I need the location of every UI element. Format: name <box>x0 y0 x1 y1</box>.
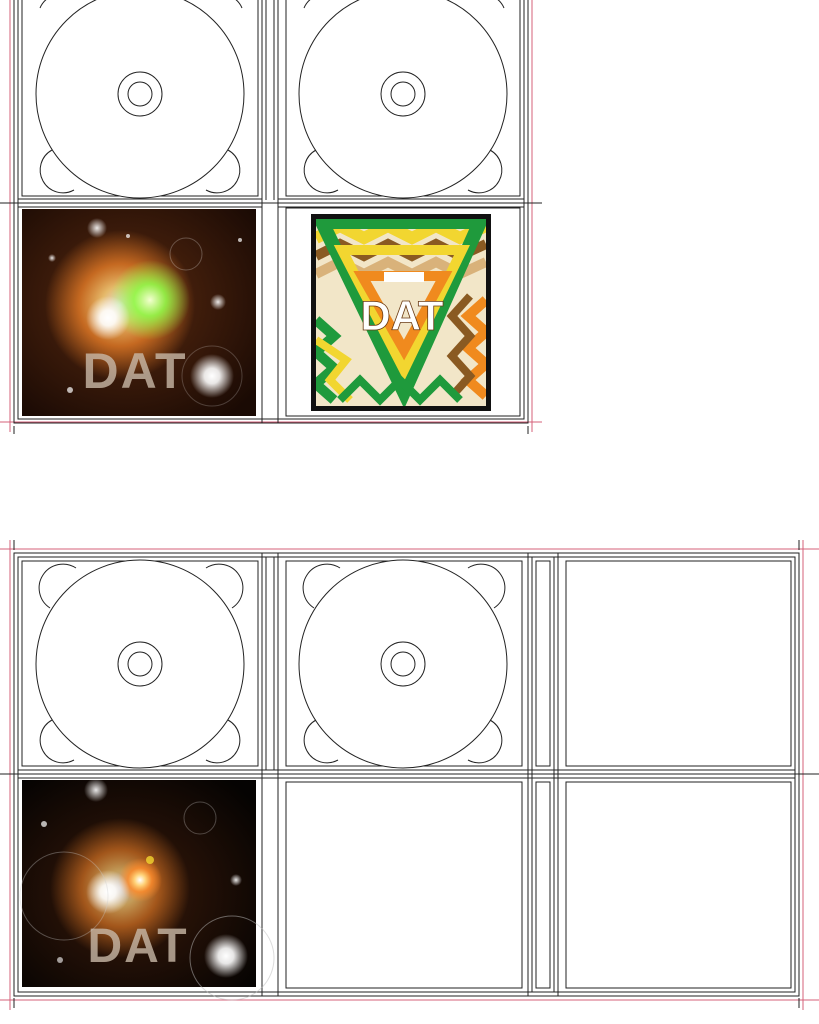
disc-tray-bottom-middle <box>298 559 508 769</box>
spine-upper <box>535 560 551 767</box>
bottom-template: DAT <box>0 540 819 1010</box>
blank-panel-top-right <box>565 560 792 767</box>
brand-text-cosmic-top: DAT <box>82 343 187 399</box>
disc-tray-bottom-left <box>35 559 245 769</box>
cosmic-artwork-bottom: DAT <box>19 780 275 1001</box>
disc-tray-top-left <box>35 0 245 199</box>
cosmic-artwork-top: DAT <box>22 209 256 416</box>
brand-text-zigzag: DAT <box>360 292 444 339</box>
blank-panel-bottom-middle <box>285 781 523 989</box>
artwork-canvas: DAT DAT DAT <box>0 0 819 1010</box>
zigzag-artwork: DAT <box>311 214 491 411</box>
blank-panel-bottom-right <box>565 781 792 989</box>
disc-tray-top-right <box>298 0 508 199</box>
brand-text-cosmic-bottom: DAT <box>87 920 188 973</box>
spine-lower <box>535 781 551 989</box>
top-template: DAT DAT <box>0 0 542 434</box>
